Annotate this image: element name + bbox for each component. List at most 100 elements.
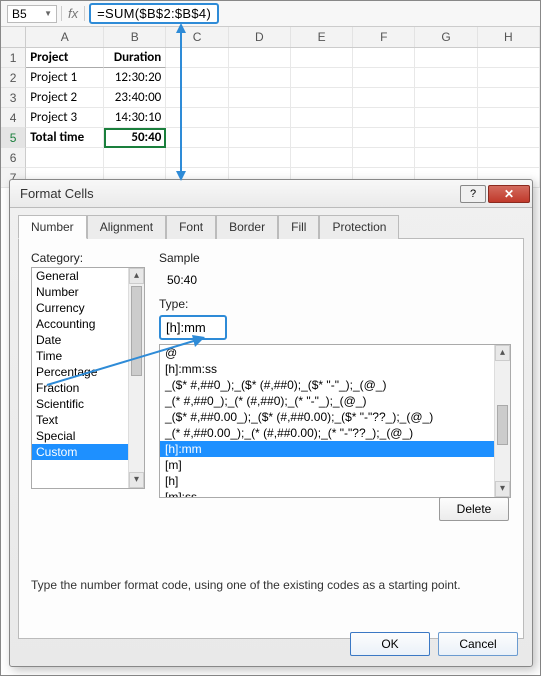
category-item[interactable]: Percentage	[32, 364, 128, 380]
col-header[interactable]: D	[229, 27, 291, 47]
cell[interactable]	[26, 148, 104, 168]
col-header[interactable]: G	[415, 27, 477, 47]
format-list[interactable]: @ [h]:mm:ss _($* #,##0_);_($* (#,##0);_(…	[159, 344, 511, 498]
cell[interactable]: Project 2	[26, 88, 104, 108]
cell[interactable]	[478, 128, 540, 148]
cell[interactable]	[166, 68, 228, 88]
row-header[interactable]: 6	[1, 148, 26, 168]
cell[interactable]: 14:30:10	[104, 108, 166, 128]
cell[interactable]	[229, 148, 291, 168]
cell[interactable]	[166, 108, 228, 128]
help-button[interactable]: ?	[460, 185, 486, 203]
cell[interactable]	[291, 48, 353, 68]
row-header[interactable]: 3	[1, 88, 26, 108]
format-item[interactable]: _(* #,##0_);_(* (#,##0);_(* "-"_);_(@_)	[160, 393, 494, 409]
format-item[interactable]: [h]:mm:ss	[160, 361, 494, 377]
row-header[interactable]: 4	[1, 108, 26, 128]
cell[interactable]	[291, 68, 353, 88]
cell[interactable]	[229, 128, 291, 148]
cell[interactable]	[104, 148, 166, 168]
cell[interactable]	[291, 148, 353, 168]
cell[interactable]	[353, 148, 415, 168]
col-header[interactable]: C	[166, 27, 228, 47]
col-header[interactable]: B	[104, 27, 166, 47]
category-item[interactable]: Time	[32, 348, 128, 364]
cell[interactable]: Project	[26, 48, 104, 68]
scroll-up-icon[interactable]: ▴	[129, 268, 144, 284]
delete-button[interactable]: Delete	[439, 497, 509, 521]
cell[interactable]	[415, 128, 477, 148]
ok-button[interactable]: OK	[350, 632, 430, 656]
tab-protection[interactable]: Protection	[319, 215, 399, 239]
col-header[interactable]: E	[291, 27, 353, 47]
cell[interactable]	[229, 48, 291, 68]
cell[interactable]	[166, 148, 228, 168]
cell[interactable]: Duration	[104, 48, 166, 68]
scrollbar[interactable]: ▴ ▾	[494, 345, 510, 497]
row-header[interactable]: 1	[1, 48, 26, 68]
scroll-down-icon[interactable]: ▾	[495, 481, 510, 497]
cell[interactable]	[229, 68, 291, 88]
cell[interactable]	[353, 128, 415, 148]
cell[interactable]	[478, 108, 540, 128]
cell[interactable]	[291, 108, 353, 128]
close-button[interactable]: ✕	[488, 185, 530, 203]
cell[interactable]	[415, 88, 477, 108]
format-item[interactable]: [h]:mm	[160, 441, 494, 457]
cell[interactable]	[353, 88, 415, 108]
cell[interactable]	[166, 48, 228, 68]
format-item[interactable]: _($* #,##0.00_);_($* (#,##0.00);_($* "-"…	[160, 409, 494, 425]
cell[interactable]	[353, 68, 415, 88]
row-header[interactable]: 2	[1, 68, 26, 88]
type-input[interactable]	[159, 315, 227, 340]
select-all-corner[interactable]	[1, 27, 26, 47]
col-header[interactable]: A	[26, 27, 104, 47]
format-item[interactable]: @	[160, 345, 494, 361]
tab-number[interactable]: Number	[18, 215, 87, 239]
category-list[interactable]: General Number Currency Accounting Date …	[31, 267, 145, 489]
tab-fill[interactable]: Fill	[278, 215, 319, 239]
col-header[interactable]: F	[353, 27, 415, 47]
tab-alignment[interactable]: Alignment	[87, 215, 166, 239]
category-item[interactable]: Number	[32, 284, 128, 300]
cell[interactable]	[291, 88, 353, 108]
cell[interactable]	[353, 108, 415, 128]
scrollbar[interactable]: ▴ ▾	[128, 268, 144, 488]
tab-font[interactable]: Font	[166, 215, 216, 239]
category-item[interactable]: Special	[32, 428, 128, 444]
cell[interactable]	[478, 88, 540, 108]
chevron-down-icon[interactable]: ▼	[44, 9, 52, 18]
fx-icon[interactable]: fx	[61, 6, 85, 21]
category-item[interactable]: Accounting	[32, 316, 128, 332]
cell[interactable]: Project 3	[26, 108, 104, 128]
cell[interactable]	[229, 108, 291, 128]
cell[interactable]	[478, 68, 540, 88]
dialog-titlebar[interactable]: Format Cells ? ✕	[10, 180, 532, 208]
selected-cell[interactable]: 50:40	[104, 128, 166, 148]
cancel-button[interactable]: Cancel	[438, 632, 518, 656]
cell[interactable]: 12:30:20	[104, 68, 166, 88]
row-header[interactable]: 5	[1, 128, 26, 148]
cell[interactable]: 23:40:00	[104, 88, 166, 108]
cell[interactable]	[166, 128, 228, 148]
category-item[interactable]: Date	[32, 332, 128, 348]
formula-input[interactable]: =SUM($B$2:$B$4)	[89, 3, 219, 24]
cell[interactable]: Total time	[26, 128, 104, 148]
format-item[interactable]: _($* #,##0_);_($* (#,##0);_($* "-"_);_(@…	[160, 377, 494, 393]
col-header[interactable]: H	[478, 27, 540, 47]
category-item[interactable]: Text	[32, 412, 128, 428]
cell[interactable]	[478, 48, 540, 68]
cell[interactable]	[291, 128, 353, 148]
cell[interactable]	[415, 48, 477, 68]
scroll-thumb[interactable]	[497, 405, 508, 445]
cell[interactable]	[478, 148, 540, 168]
tab-border[interactable]: Border	[216, 215, 278, 239]
cell[interactable]	[229, 88, 291, 108]
cell[interactable]	[415, 108, 477, 128]
category-item[interactable]: Fraction	[32, 380, 128, 396]
format-item[interactable]: _(* #,##0.00_);_(* (#,##0.00);_(* "-"??_…	[160, 425, 494, 441]
cell[interactable]	[166, 88, 228, 108]
category-item[interactable]: Currency	[32, 300, 128, 316]
category-item[interactable]: General	[32, 268, 128, 284]
format-item[interactable]: [h]	[160, 473, 494, 489]
